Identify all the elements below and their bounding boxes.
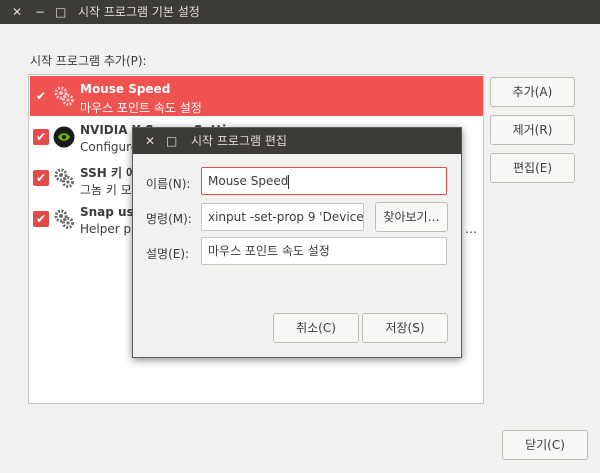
edit-button[interactable]: 편집(E) xyxy=(490,153,575,183)
check-icon: ✔ xyxy=(35,212,47,226)
check-icon: ✔ xyxy=(35,130,47,144)
gear-icon xyxy=(54,86,74,106)
startup-list-label: 시작 프로그램 추가(P): xyxy=(30,54,147,68)
window-titlebar: ✕ − □ 시작 프로그램 기본 설정 xyxy=(0,0,600,24)
name-label: 이름(N): xyxy=(146,177,191,191)
close-icon[interactable]: ✕ xyxy=(12,0,22,24)
check-icon: ✔ xyxy=(35,89,47,103)
comment-label: 설명(E): xyxy=(146,247,190,261)
name-field[interactable]: Mouse Speed xyxy=(201,167,447,195)
gear-icon xyxy=(54,168,74,188)
enabled-checkbox[interactable]: ✔ xyxy=(33,88,49,104)
gear-icon xyxy=(54,209,74,229)
save-button[interactable]: 저장(S) xyxy=(362,313,448,343)
maximize-icon[interactable]: □ xyxy=(166,128,177,154)
item-name: SSH 키 에 xyxy=(80,166,138,180)
remove-button[interactable]: 제거(R) xyxy=(490,115,575,145)
enabled-checkbox[interactable]: ✔ xyxy=(33,211,49,227)
item-description: 마우스 포인트 속도 설정 xyxy=(80,101,202,115)
list-item[interactable]: ✔ Mouse Speed 마우스 포인트 속도 설정 xyxy=(30,76,483,116)
nvidia-icon xyxy=(53,126,75,148)
edit-startup-dialog: ✕ □ 시작 프로그램 편집 이름(N): Mouse Speed 명령(M):… xyxy=(132,127,462,358)
enabled-checkbox[interactable]: ✔ xyxy=(33,129,49,145)
window-title: 시작 프로그램 기본 설정 xyxy=(78,5,200,19)
check-icon: ✔ xyxy=(35,171,47,185)
cancel-button[interactable]: 취소(C) xyxy=(273,313,359,343)
item-description: Configure xyxy=(80,140,139,154)
maximize-icon[interactable]: □ xyxy=(55,0,66,24)
item-description: 그놈 키 모 xyxy=(80,183,132,197)
truncation-ellipsis: … xyxy=(465,222,477,236)
command-field[interactable]: xinput -set-prop 9 'Device Ac xyxy=(201,203,364,231)
minimize-icon[interactable]: − xyxy=(35,0,45,24)
browse-button[interactable]: 찾아보기… xyxy=(375,202,448,232)
dialog-title: 시작 프로그램 편집 xyxy=(191,134,287,148)
enabled-checkbox[interactable]: ✔ xyxy=(33,170,49,186)
add-button[interactable]: 추가(A) xyxy=(490,77,575,107)
dialog-titlebar: ✕ □ 시작 프로그램 편집 xyxy=(133,128,461,154)
command-label: 명령(M): xyxy=(146,212,192,226)
text-cursor xyxy=(288,174,290,189)
close-icon[interactable]: ✕ xyxy=(145,128,155,154)
comment-field[interactable]: 마우스 포인트 속도 설정 xyxy=(201,237,447,265)
item-name: Mouse Speed xyxy=(80,82,171,96)
close-button[interactable]: 닫기(C) xyxy=(502,430,588,460)
